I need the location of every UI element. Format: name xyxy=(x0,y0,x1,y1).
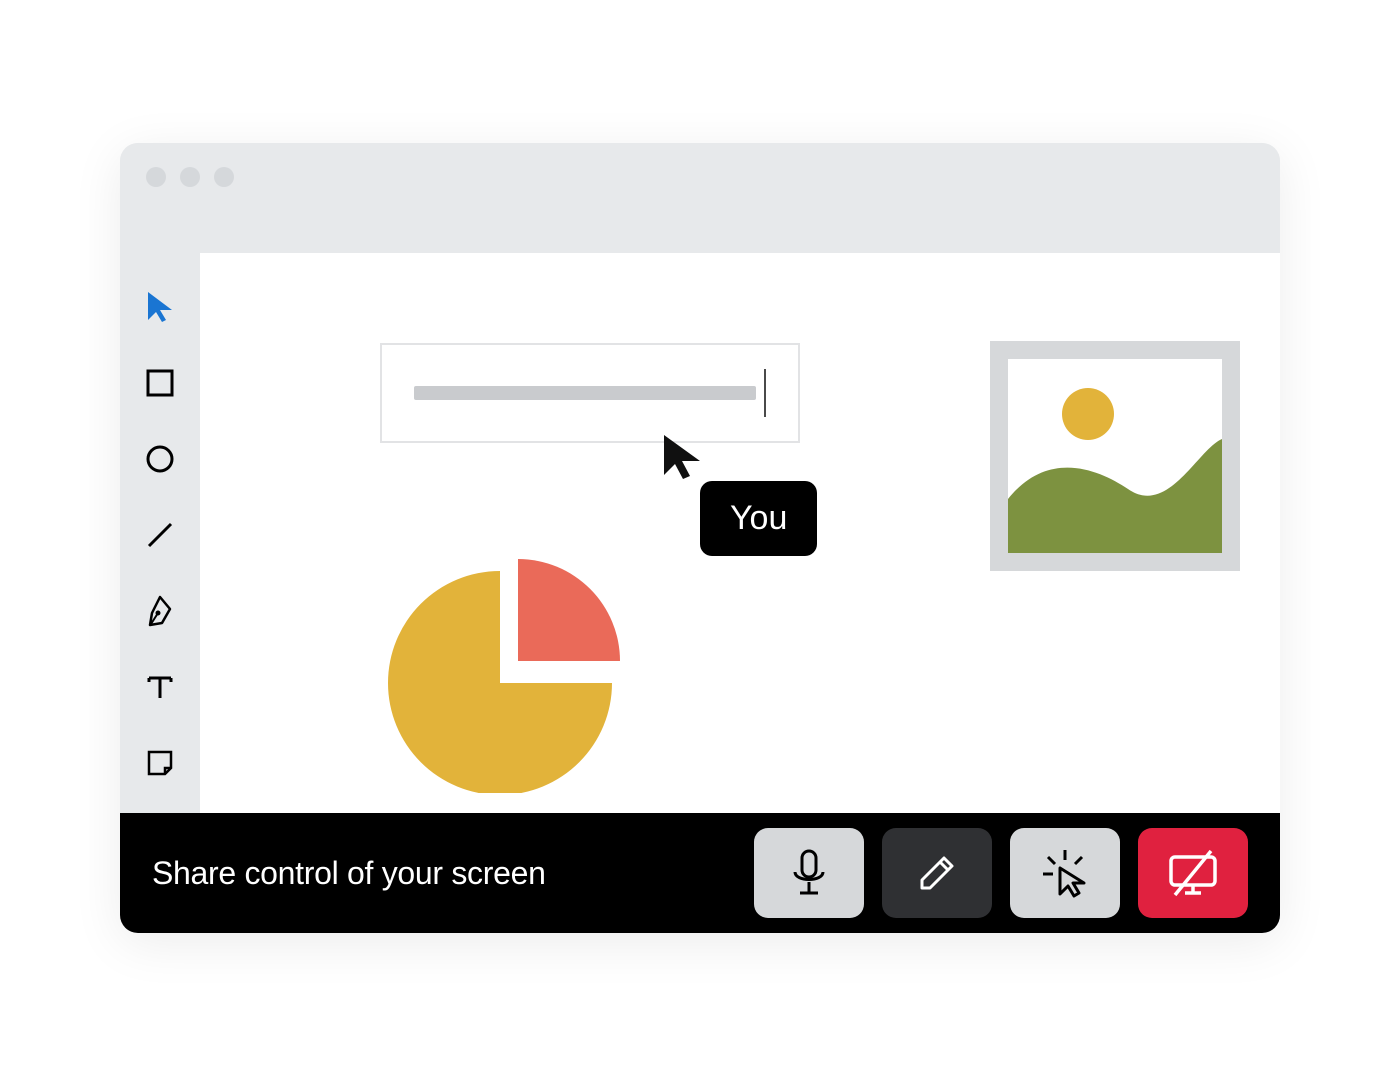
image-inner xyxy=(1008,359,1222,553)
stop-sharing-button[interactable] xyxy=(1138,828,1248,918)
square-icon xyxy=(145,368,175,398)
cursor-arrow-icon xyxy=(660,433,704,481)
sticky-note-tool[interactable] xyxy=(140,743,180,783)
image-placeholder[interactable] xyxy=(990,341,1240,571)
select-tool[interactable] xyxy=(140,287,180,327)
give-control-button[interactable] xyxy=(1010,828,1120,918)
circle-tool[interactable] xyxy=(140,439,180,479)
screen-off-icon xyxy=(1165,849,1221,897)
app-body: You xyxy=(120,253,1280,813)
text-tool[interactable] xyxy=(140,667,180,707)
window-controls xyxy=(146,167,234,187)
window-maximize-button[interactable] xyxy=(214,167,234,187)
landscape-icon xyxy=(1008,359,1222,553)
window-titlebar xyxy=(120,143,1280,253)
line-tool[interactable] xyxy=(140,515,180,555)
cursor-user-label: You xyxy=(700,481,817,556)
text-caret xyxy=(764,369,766,417)
pen-nib-icon xyxy=(144,595,176,627)
user-cursor xyxy=(660,433,704,486)
microphone-icon xyxy=(788,848,830,898)
text-placeholder-line xyxy=(414,386,756,400)
microphone-button[interactable] xyxy=(754,828,864,918)
app-window: You Share control of your screen xyxy=(120,143,1280,933)
pie-chart-icon xyxy=(380,533,640,793)
drawing-canvas[interactable]: You xyxy=(200,253,1280,813)
circle-icon xyxy=(144,443,176,475)
pencil-icon xyxy=(914,850,960,896)
left-toolbar xyxy=(120,253,200,813)
screen-share-controlbar: Share control of your screen xyxy=(120,813,1280,933)
controlbar-status-text: Share control of your screen xyxy=(152,855,736,892)
window-minimize-button[interactable] xyxy=(180,167,200,187)
line-icon xyxy=(144,519,176,551)
pointer-icon xyxy=(146,290,174,324)
pie-chart-shape[interactable] xyxy=(380,533,640,798)
text-input-box[interactable] xyxy=(380,343,800,443)
cursor-click-icon xyxy=(1038,846,1092,900)
text-icon xyxy=(145,672,175,702)
pen-tool[interactable] xyxy=(140,591,180,631)
note-icon xyxy=(145,748,175,778)
window-close-button[interactable] xyxy=(146,167,166,187)
draw-pencil-button[interactable] xyxy=(882,828,992,918)
rectangle-tool[interactable] xyxy=(140,363,180,403)
